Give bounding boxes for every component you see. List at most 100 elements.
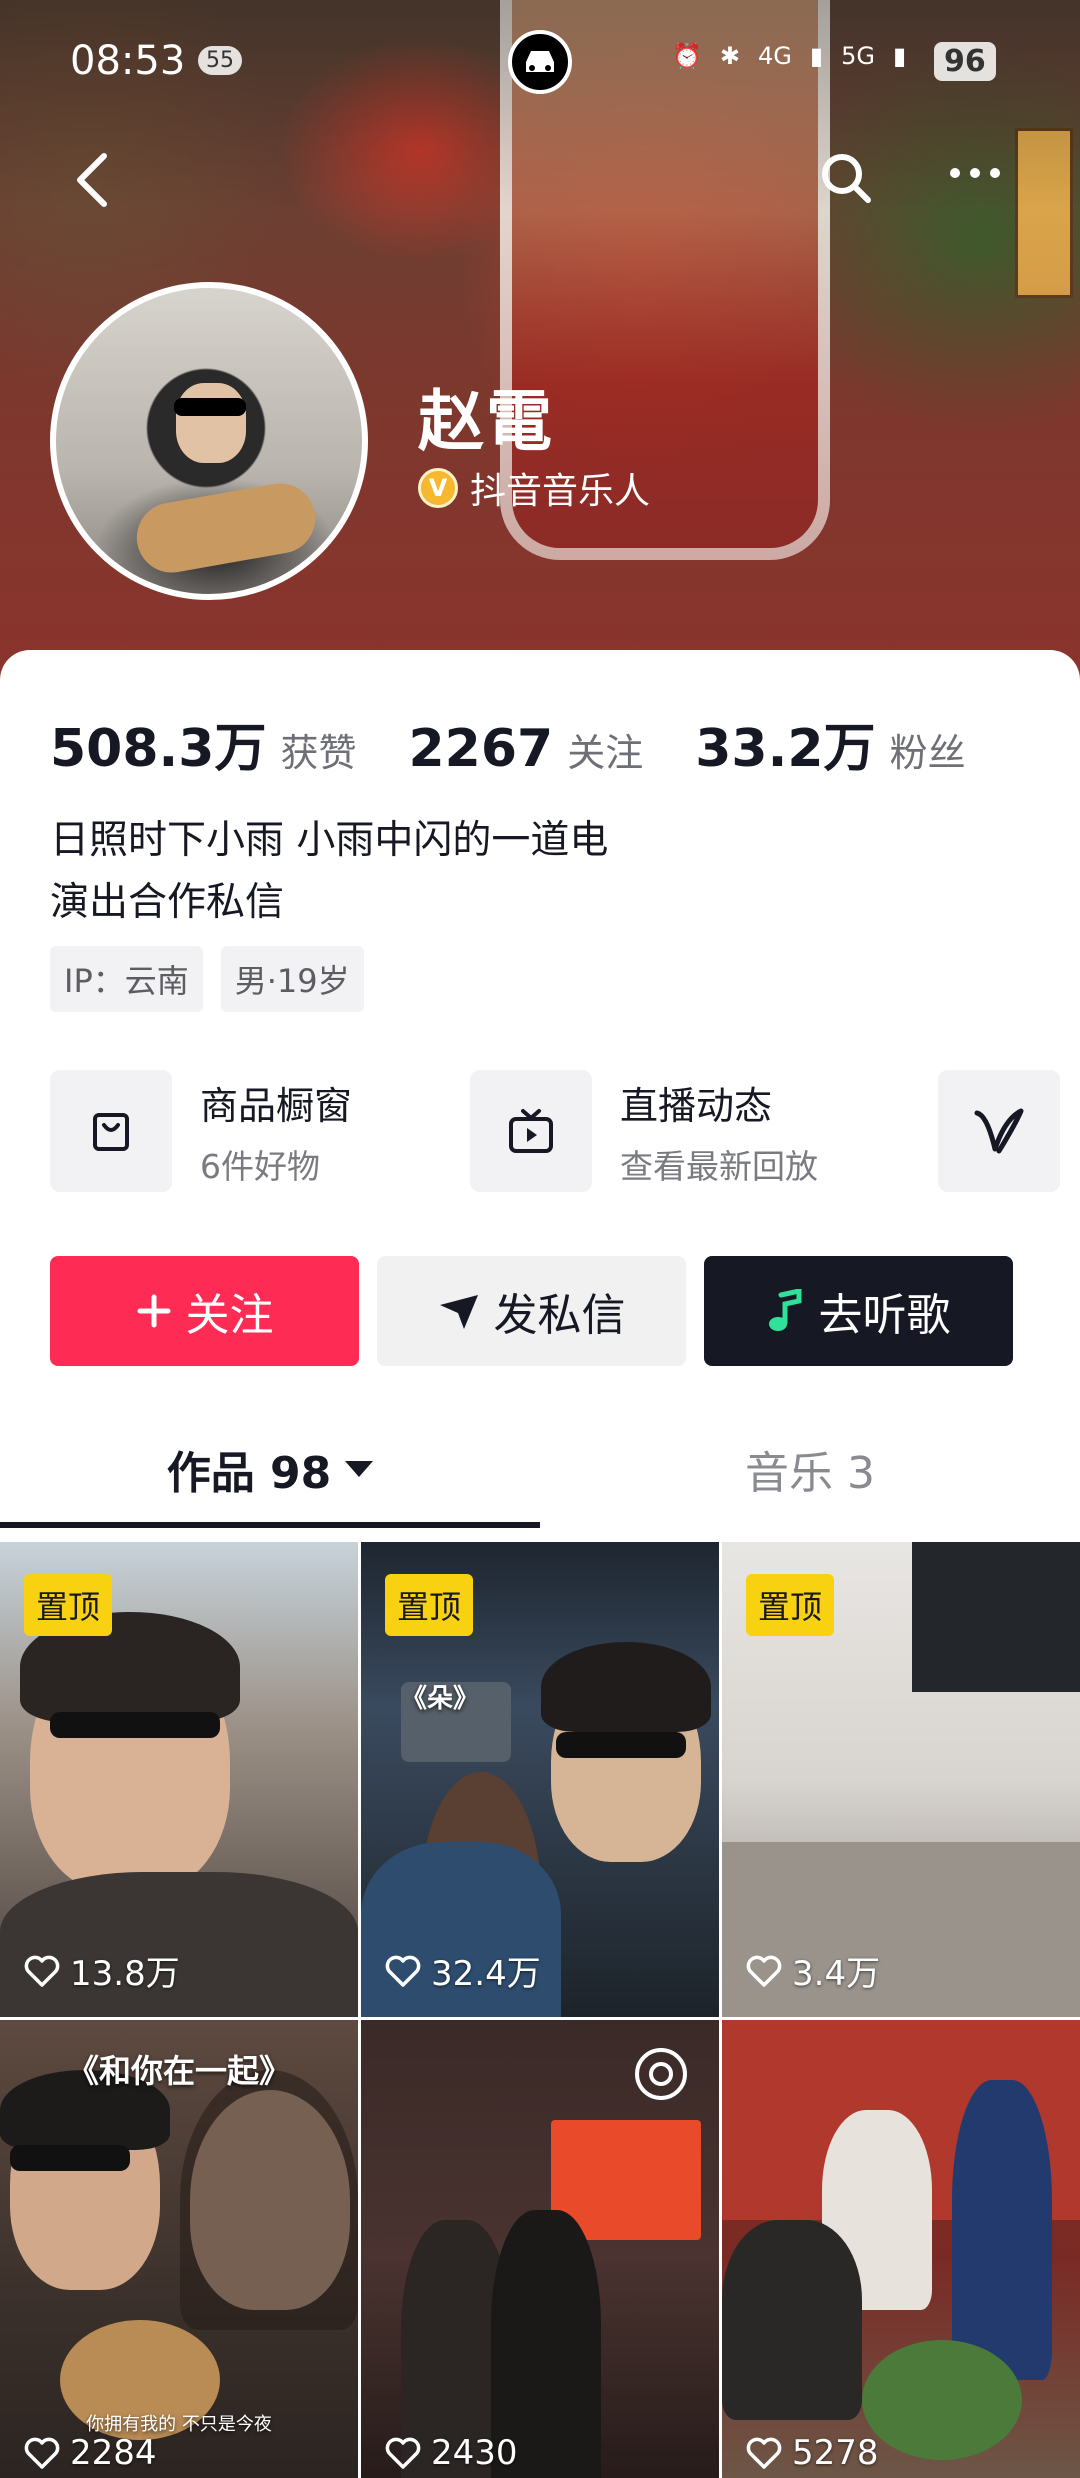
video-thumbnail[interactable]: 置顶 13.8万: [0, 1542, 358, 2017]
music-entry[interactable]: [938, 1070, 1060, 1192]
status-icons: ⏰ ✱ 4G ▮ 5G ▮: [672, 42, 906, 70]
shopping-bag-icon: [50, 1070, 172, 1192]
pinned-badge: 置顶: [385, 1574, 474, 1636]
video-likes-count: 2430: [431, 2433, 518, 2473]
signal-icon: ▮: [809, 42, 824, 70]
live-title: 直播动态: [620, 1083, 773, 1128]
video-thumbnail[interactable]: 置顶 3.4万: [722, 1542, 1080, 2017]
status-bar: 08:53 55 ⏰ ✱ 4G ▮ 5G ▮ 96: [0, 30, 1080, 94]
stat-following-label: 关注: [567, 731, 644, 775]
tag-gender-age: 男·19岁: [220, 946, 364, 1012]
profile-tags: IP：云南 男·19岁: [50, 946, 364, 1012]
video-likes: 2284: [24, 2433, 157, 2473]
follow-button[interactable]: 关注: [50, 1256, 359, 1366]
network-5g: 5G: [841, 42, 875, 70]
video-likes: 2430: [385, 2433, 518, 2473]
thumb-hair: [541, 1642, 711, 1732]
video-likes-count: 32.4万: [431, 1954, 541, 1994]
stat-followers[interactable]: 33.2万 粉丝: [695, 706, 965, 781]
tab-music[interactable]: 音乐 3: [540, 1410, 1080, 1528]
video-likes: 5278: [746, 2433, 879, 2473]
heart-icon: [385, 2437, 421, 2469]
feature-row: 商品橱窗 6件好物 直播动态 查看最新回放: [50, 1070, 1080, 1194]
video-grid: 置顶 13.8万 《朵》 置顶 32.4万 置顶 3.4万 《和你在一起》 你拥…: [0, 1542, 1080, 2478]
bio: 日照时下小雨 小雨中闪的一道电 演出合作私信: [50, 810, 608, 934]
live-icon: [635, 2048, 687, 2100]
pinned-badge: 置顶: [746, 1574, 835, 1636]
video-likes: 3.4万: [746, 1946, 880, 1995]
stats-row: 508.3万 获赞 2267 关注 33.2万 粉丝: [50, 706, 1018, 781]
stat-likes[interactable]: 508.3万 获赞: [50, 706, 357, 781]
heart-icon: [385, 1955, 421, 1987]
heart-icon: [746, 2437, 782, 2469]
action-buttons: 关注 发私信 去听歌: [50, 1256, 1013, 1366]
stat-followers-value: 33.2万: [695, 719, 876, 779]
avatar-guitar: [131, 477, 321, 579]
video-overlay-text: 《和你在一起》: [66, 2052, 291, 2090]
search-button[interactable]: [818, 150, 874, 210]
music-v-icon: [974, 1108, 1024, 1154]
stat-likes-value: 508.3万: [50, 719, 267, 779]
thumb-sunglasses: [50, 1712, 220, 1738]
avatar[interactable]: [50, 282, 368, 600]
more-dot: [950, 168, 960, 178]
bluetooth-icon: ✱: [719, 42, 740, 70]
video-likes-count: 3.4万: [792, 1954, 881, 1994]
message-label: 发私信: [493, 1290, 626, 1341]
bio-line: 演出合作私信: [50, 880, 285, 925]
video-thumbnail[interactable]: 5278: [722, 2020, 1080, 2478]
heart-icon: [746, 1955, 782, 1987]
send-icon: [439, 1295, 478, 1329]
status-time: 08:53: [70, 38, 186, 84]
tab-works-label: 作品 98: [166, 1448, 332, 1499]
caret-down-icon: [345, 1461, 374, 1477]
tab-music-label: 音乐 3: [745, 1448, 875, 1499]
video-thumbnail[interactable]: 《和你在一起》 你拥有我的 不只是今夜 2284: [0, 2020, 358, 2478]
car-icon: [508, 30, 572, 94]
thumb-plant: [862, 2340, 1022, 2460]
follow-label: 关注: [185, 1290, 274, 1341]
video-thumbnail[interactable]: 2430: [361, 2020, 719, 2478]
stat-likes-label: 获赞: [280, 731, 357, 775]
profile-name: 赵電: [418, 383, 554, 460]
heart-icon: [24, 2437, 60, 2469]
tag-ip: IP：云南: [50, 946, 203, 1012]
stat-following-value: 2267: [408, 719, 554, 779]
pinned-badge: 置顶: [24, 1574, 113, 1636]
tab-active-indicator: [0, 1522, 540, 1528]
shop-window-entry[interactable]: 商品橱窗 6件好物: [50, 1070, 352, 1192]
more-dot: [970, 168, 980, 178]
live-entry[interactable]: 直播动态 查看最新回放: [470, 1070, 818, 1192]
plus-icon: [137, 1294, 170, 1328]
listen-music-button[interactable]: 去听歌: [704, 1256, 1013, 1366]
verification-label: 抖音音乐人: [470, 471, 651, 512]
live-subtitle: 查看最新回放: [620, 1146, 818, 1186]
shop-window-title: 商品橱窗: [200, 1083, 353, 1128]
tv-play-icon: [470, 1070, 592, 1192]
video-likes: 13.8万: [24, 1946, 180, 1995]
video-thumbnail[interactable]: 《朵》 置顶 32.4万: [361, 1542, 719, 2017]
stat-following[interactable]: 2267 关注: [409, 719, 644, 779]
stat-followers-label: 粉丝: [889, 731, 966, 775]
music-note-icon: [768, 1289, 801, 1331]
tab-works[interactable]: 作品 98: [0, 1410, 540, 1528]
battery-level: 96: [934, 42, 996, 81]
video-likes-count: 13.8万: [70, 1954, 180, 1994]
thumb-sunglasses: [556, 1732, 686, 1758]
thumb-shirt: [0, 1872, 358, 2017]
back-button[interactable]: [72, 150, 112, 214]
avatar-glasses: [174, 398, 246, 416]
verification-row: V 抖音音乐人: [418, 462, 650, 514]
verified-badge-icon: V: [418, 468, 458, 508]
more-dot: [990, 168, 1000, 178]
message-button[interactable]: 发私信: [377, 1256, 686, 1366]
thumb-person-3: [722, 2220, 862, 2420]
shop-window-subtitle: 6件好物: [200, 1146, 320, 1186]
heart-icon: [24, 1955, 60, 1987]
notification-count: 55: [198, 46, 242, 75]
search-icon: [822, 154, 871, 203]
content-tabs: 作品 98 音乐 3: [0, 1410, 1080, 1528]
more-button[interactable]: [950, 168, 1000, 178]
chevron-left-icon: [77, 153, 107, 207]
network-4g: 4G: [758, 42, 792, 70]
